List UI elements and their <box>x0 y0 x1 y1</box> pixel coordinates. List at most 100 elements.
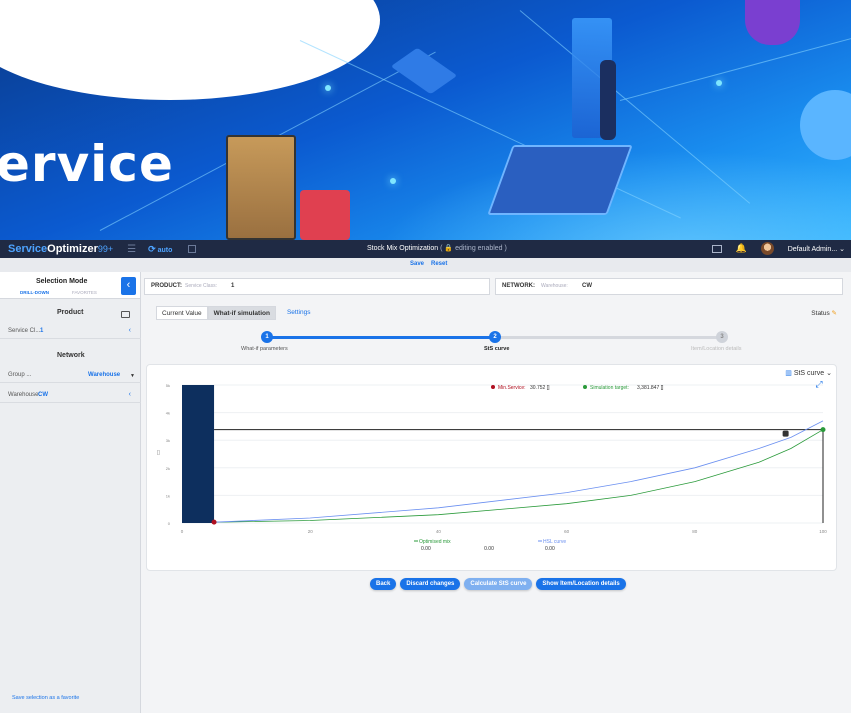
hero-person-illustration <box>600 60 616 140</box>
page-title-area: Stock Mix Optimization ( 🔒 editing enabl… <box>367 245 507 252</box>
point-marker <box>782 430 789 437</box>
panel-toggle-icon[interactable] <box>711 244 722 253</box>
chart-bar <box>182 385 215 523</box>
sidebar-item-value: Warehouse <box>88 372 121 378</box>
sidebar-item-value: 1 <box>40 328 44 334</box>
legend-label: Simulation target: <box>590 385 629 391</box>
app-top-bar: ServiceOptimizer99+ ☰ ⟳ auto Stock Mix O… <box>0 240 851 258</box>
collapse-sidebar-button[interactable]: ‹ <box>121 277 136 295</box>
y-tick-label: 0 <box>168 521 171 526</box>
x-tick-label: 0 <box>181 529 184 534</box>
discard-changes-button[interactable]: Discard changes <box>400 578 461 590</box>
x-tick-label: 20 <box>308 529 314 534</box>
sidebar-item-warehouse[interactable]: Warehouse: CW ‹ <box>0 389 141 403</box>
sts-chart[interactable]: 0 1k 2k 3k 4k 5k 0 20 40 60 80 100 [] Min.Service: 30.… <box>147 365 838 572</box>
selection-mode-title: Selection Mode <box>36 278 88 285</box>
user-menu[interactable]: Default Admin... ⌄ <box>788 245 845 253</box>
hamburger-icon[interactable]: ☰ <box>127 244 136 255</box>
tab-settings[interactable]: Settings <box>282 306 316 320</box>
chevron-down-icon: ⌄ <box>839 245 845 253</box>
hero-banner: ervice <box>0 0 851 245</box>
sidebar-item-service-class[interactable]: Service Cl... 1 ‹ <box>0 325 141 339</box>
edit-status: editing enabled <box>455 245 503 252</box>
user-name: Default Admin... <box>787 245 838 253</box>
image-icon[interactable] <box>121 311 130 318</box>
step-circle-1[interactable]: 1 <box>261 331 273 343</box>
window-icon[interactable] <box>188 245 197 253</box>
save-favorite-link[interactable]: Save selection as a favorite <box>12 695 79 701</box>
product-filter[interactable]: PRODUCT: Service Class: 1 <box>144 278 490 295</box>
legend-series-value: 0.00 <box>421 546 431 552</box>
save-button[interactable]: Save <box>410 261 424 267</box>
legend-series-name: Optimised mix <box>419 539 451 545</box>
legend-dot <box>491 385 495 389</box>
x-tick-label: 100 <box>819 529 827 534</box>
hero-laptop-illustration <box>487 145 633 215</box>
network-filter-label: NETWORK: <box>502 283 535 289</box>
avatar[interactable] <box>760 242 774 255</box>
network-filter[interactable]: NETWORK: Warehouse: CW <box>495 278 843 295</box>
page-title: Stock Mix Optimization <box>367 245 439 252</box>
step-circle-3[interactable]: 3 <box>716 331 728 343</box>
brand-logo[interactable]: ServiceOptimizer99+ <box>8 243 113 255</box>
favorites-tab[interactable]: FAVORITES <box>72 290 97 295</box>
sidebar: Selection Mode DRILL-DOWN FAVORITES ‹ Pr… <box>0 272 141 713</box>
selection-mode-panel: Selection Mode DRILL-DOWN FAVORITES ‹ <box>0 272 140 299</box>
min-service-point <box>211 519 217 525</box>
back-button[interactable]: Back <box>370 578 397 590</box>
chart-card: ▥ StS curve ⌄ 0 1k 2k 3k 4k 5k 0 20 40 60 80 100[] M… <box>146 364 837 571</box>
step-label-2: StS curve <box>484 346 510 352</box>
save-bar: Save Reset <box>0 258 851 272</box>
hero-shield-illustration <box>745 0 800 45</box>
brand-part-3: 99+ <box>97 244 114 254</box>
chevron-left-icon[interactable]: ‹ <box>129 391 131 398</box>
step-circle-2[interactable]: 2 <box>489 331 501 343</box>
hero-cloud-illustration <box>800 90 851 160</box>
tab-current-value[interactable]: Current Value <box>156 306 208 320</box>
y-tick-label: 3k <box>166 438 170 443</box>
hero-title: ervice <box>0 135 174 193</box>
reset-button[interactable]: Reset <box>431 261 447 267</box>
sidebar-item-label: Group ... <box>8 372 32 378</box>
network-filter-sub: Warehouse: <box>541 283 568 289</box>
calculate-sts-curve-button[interactable]: Calculate StS curve <box>464 578 533 590</box>
tab-what-if-simulation[interactable]: What-if simulation <box>207 306 276 320</box>
sidebar-item-group[interactable]: Group ... Warehouse ▼ <box>0 369 141 383</box>
drill-down-tab[interactable]: DRILL-DOWN <box>20 290 49 295</box>
brand-part-2: Optimizer <box>47 243 98 255</box>
legend-value: 30.752 [] <box>530 385 550 391</box>
show-item-location-button[interactable]: Show Item/Location details <box>536 578 626 590</box>
product-filter-sub: Service Class: <box>185 283 217 289</box>
bell-icon[interactable]: 🔔 <box>736 243 747 254</box>
sidebar-item-label: Service Cl... <box>8 328 41 334</box>
chevron-left-icon[interactable]: ‹ <box>129 327 131 334</box>
expand-icon: ⤢ <box>814 380 822 390</box>
legend-dot <box>583 385 587 389</box>
action-buttons: Back Discard changes Calculate StS curve… <box>370 578 626 590</box>
caret-down-icon[interactable]: ▼ <box>130 373 135 379</box>
status-indicator[interactable]: Status ✎ <box>811 309 837 317</box>
lock-icon: 🔒 <box>444 245 454 252</box>
legend-middle-value: 0.00 <box>484 546 494 552</box>
series-line-1 <box>214 429 824 523</box>
y-tick-label: 1k <box>166 493 170 498</box>
series-line-2 <box>214 420 824 523</box>
hero-shelf-illustration <box>226 135 296 240</box>
wizard-stepper: 1 2 3 What-if parameters StS curve Item/… <box>141 328 851 358</box>
product-section-header: Product <box>0 305 141 321</box>
step-label-1: What-if parameters <box>241 346 288 352</box>
y-tick-label: 5k <box>166 383 170 388</box>
sidebar-item-value: CW <box>38 392 48 398</box>
product-filter-value: 1 <box>231 283 235 289</box>
appbar-right-icons: 🔔 Default Admin... ⌄ <box>711 242 845 255</box>
x-tick-label: 60 <box>564 529 570 534</box>
x-tick-label: 40 <box>436 529 442 534</box>
hero-forklift-illustration <box>300 190 350 240</box>
auto-refresh-toggle[interactable]: ⟳ auto <box>148 244 172 255</box>
auto-label: auto <box>157 246 173 254</box>
main-content: PRODUCT: Service Class: 1 NETWORK: Wareh… <box>141 272 851 713</box>
view-tabs: Current Value What-if simulation Setting… <box>156 306 315 320</box>
x-tick-label: 80 <box>692 529 698 534</box>
step-remaining-line <box>493 336 721 339</box>
hero-dot <box>325 85 331 91</box>
